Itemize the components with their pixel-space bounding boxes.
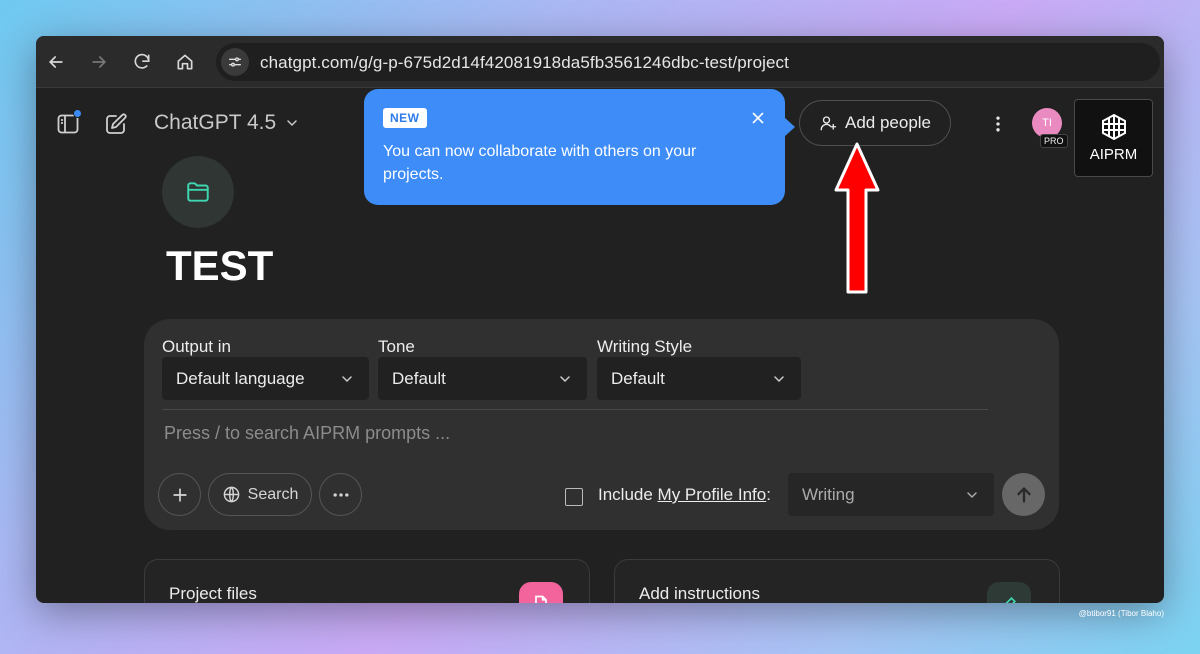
search-label: Search xyxy=(247,485,299,503)
annotation-arrow xyxy=(834,142,880,294)
add-people-label: Add people xyxy=(844,113,932,132)
include-profile-checkbox[interactable] xyxy=(565,488,583,506)
add-user-icon xyxy=(820,116,837,131)
url-text[interactable]: chatgpt.com/g/g-p-675d2d14f42081918da5fb… xyxy=(260,53,789,73)
add-instructions-card[interactable]: Add instructions xyxy=(614,559,1060,603)
chevron-down-icon xyxy=(967,491,977,498)
pro-badge: PRO xyxy=(1040,134,1068,148)
globe-icon xyxy=(223,486,239,503)
watermark: @btibor91 (Tibor Blaho) xyxy=(1078,609,1164,618)
add-instructions-title: Add instructions xyxy=(639,584,760,603)
tone-select[interactable]: Default xyxy=(378,357,587,400)
model-name: ChatGPT 4.5 xyxy=(154,111,277,134)
output-language-value: Default language xyxy=(176,368,305,388)
chevron-down-icon xyxy=(287,120,297,127)
close-icon[interactable] xyxy=(749,109,767,127)
project-files-title: Project files xyxy=(169,584,257,603)
ellipsis-icon xyxy=(333,492,348,497)
project-files-card[interactable]: Project files xyxy=(144,559,590,603)
output-label: Output in xyxy=(162,337,231,356)
writing-style-label: Writing Style xyxy=(597,337,693,356)
page-title: TEST xyxy=(166,242,274,289)
sidebar-toggle-icon[interactable] xyxy=(56,109,82,136)
reload-icon[interactable] xyxy=(130,50,154,74)
project-folder-icon xyxy=(162,156,234,228)
arrow-up-icon xyxy=(1016,486,1031,503)
tone-label: Tone xyxy=(378,337,415,356)
prompt-input[interactable]: Press / to search AIPRM prompts ... xyxy=(164,423,450,444)
model-selector[interactable]: ChatGPT 4.5 xyxy=(154,111,300,135)
more-options-icon[interactable] xyxy=(986,112,1010,136)
more-tools-button[interactable] xyxy=(319,473,362,516)
writing-style-select[interactable]: Default xyxy=(597,357,801,400)
divider xyxy=(162,409,988,410)
aiprm-label: AIPRM xyxy=(1089,145,1138,163)
site-settings-icon[interactable] xyxy=(221,48,249,76)
notification-dot xyxy=(73,109,82,118)
new-badge: NEW xyxy=(383,108,427,128)
new-chat-icon[interactable] xyxy=(104,112,128,136)
writing-mode-value: Writing xyxy=(802,484,855,504)
writing-mode-select[interactable]: Writing xyxy=(788,473,994,516)
forward-icon[interactable] xyxy=(87,50,111,74)
prompt-composer: Output in Default language Tone Default … xyxy=(144,319,1059,530)
browser-window: chatgpt.com/g/g-p-675d2d14f42081918da5fb… xyxy=(36,36,1164,603)
pencil-icon xyxy=(987,582,1031,603)
popover-message: You can now collaborate with others on y… xyxy=(383,143,697,183)
chevron-down-icon xyxy=(560,375,570,382)
browser-toolbar: chatgpt.com/g/g-p-675d2d14f42081918da5fb… xyxy=(36,36,1164,88)
output-language-select[interactable]: Default language xyxy=(162,357,369,400)
collaboration-popover: NEW You can now collaborate with others … xyxy=(364,89,795,205)
chevron-down-icon xyxy=(342,375,352,382)
aiprm-button[interactable]: AIPRM xyxy=(1074,99,1153,177)
chevron-down-icon xyxy=(774,375,784,382)
file-icon xyxy=(519,582,563,603)
address-bar[interactable]: chatgpt.com/g/g-p-675d2d14f42081918da5fb… xyxy=(216,43,1160,81)
add-attachment-button[interactable] xyxy=(158,473,201,516)
include-prefix: Include xyxy=(598,485,658,504)
home-icon[interactable] xyxy=(173,50,197,74)
profile-info-link[interactable]: My Profile Info xyxy=(658,485,767,504)
include-suffix: : xyxy=(766,485,771,504)
writing-style-value: Default xyxy=(611,368,665,388)
back-icon[interactable] xyxy=(44,50,68,74)
plus-icon xyxy=(172,487,187,502)
search-button[interactable]: Search xyxy=(208,473,312,516)
include-profile-label: Include My Profile Info: xyxy=(598,485,771,505)
tone-value: Default xyxy=(392,368,446,388)
aiprm-logo-icon xyxy=(1101,113,1126,140)
send-button[interactable] xyxy=(1002,473,1045,516)
